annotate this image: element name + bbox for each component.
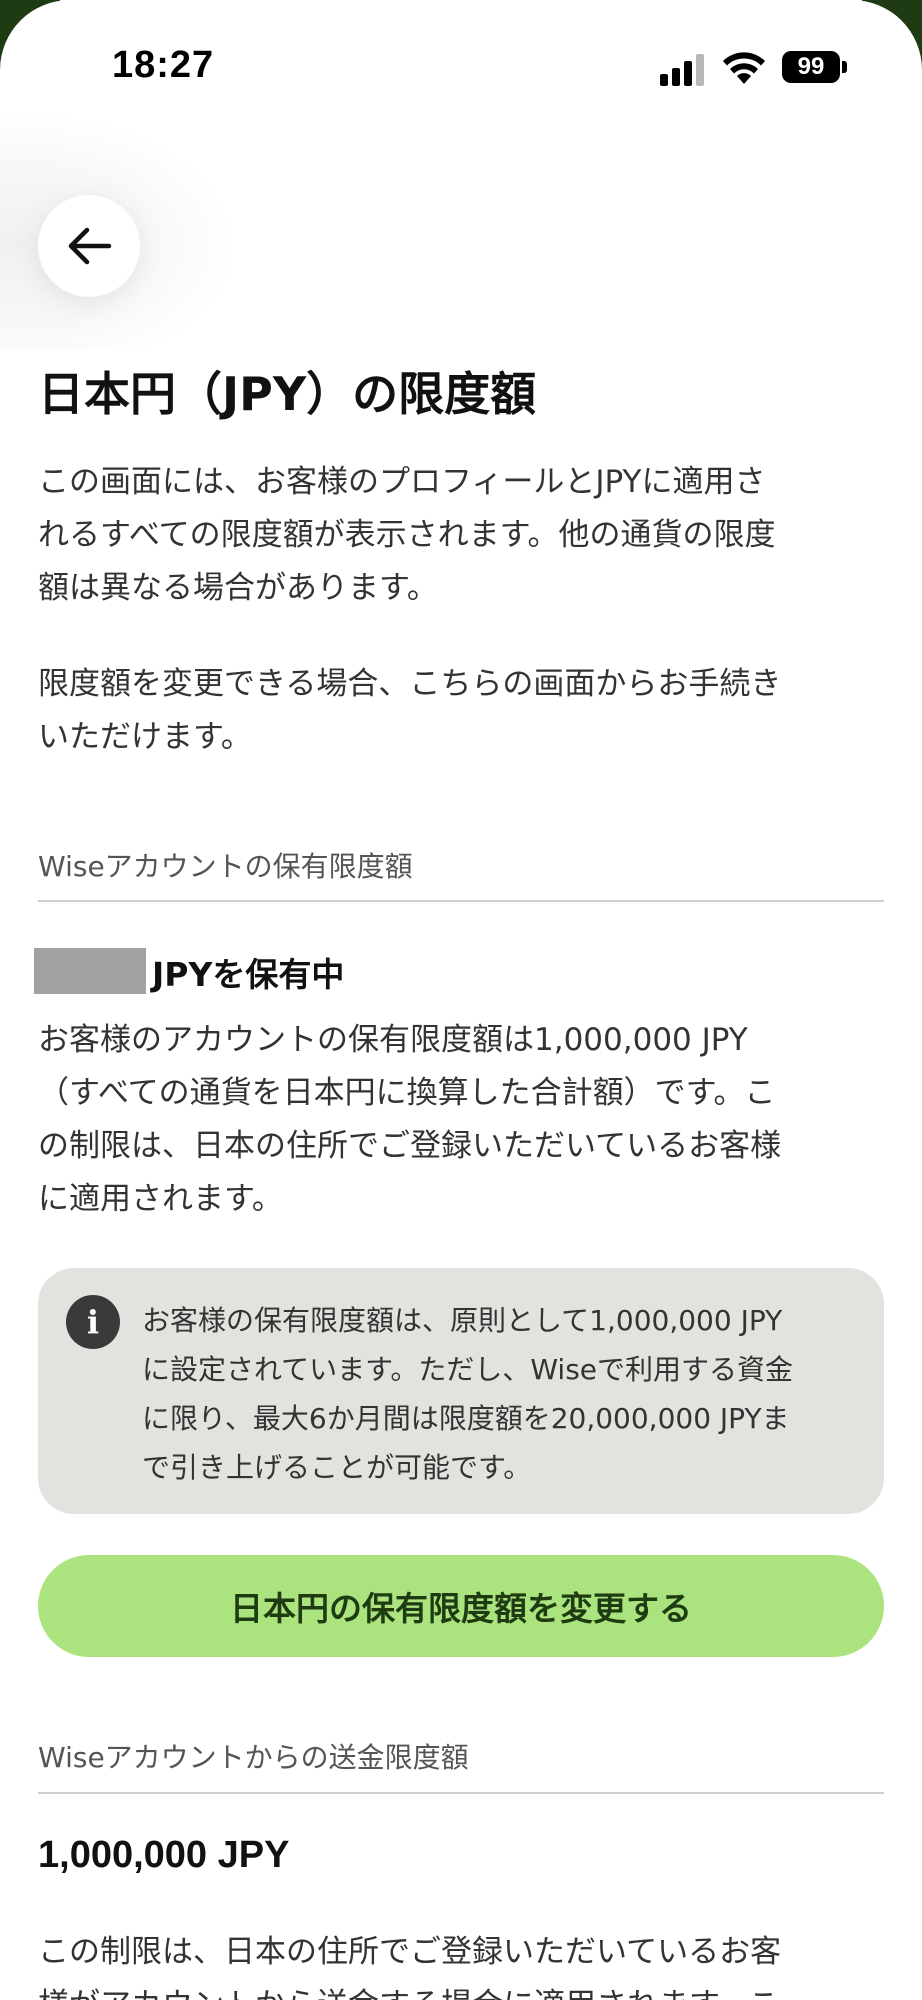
back-button[interactable]	[38, 195, 140, 297]
battery-icon: 99	[782, 51, 840, 83]
intro-paragraph-1: この画面には、お客様のプロフィールとJPYに適用さ れるすべての限度額が表示され…	[38, 456, 888, 615]
holding-limit-section-label: Wiseアカウントの保有限度額	[38, 850, 413, 883]
battery-tip	[842, 61, 847, 73]
info-text: お客様の保有限度額は、原則として1,000,000 JPY に設定されています。…	[142, 1296, 862, 1492]
section-divider	[38, 900, 884, 902]
status-time: 18:27	[112, 44, 215, 86]
holding-description: お客様のアカウントの保有限度額は1,000,000 JPY （すべての通貨を日本…	[38, 1014, 888, 1226]
change-holding-limit-button[interactable]: 日本円の保有限度額を変更する	[38, 1555, 884, 1657]
intro-line: この画面には、お客様のプロフィールとJPYに適用さ	[38, 464, 766, 500]
info-line: に限り、最大6か月間は限度額を20,000,000 JPYま	[142, 1402, 790, 1435]
send-description: この制限は、日本の住所でご登録いただいているお客 様がアカウントから送金する場合…	[38, 1926, 888, 2000]
wifi-icon	[723, 52, 765, 84]
page-title: 日本円（JPY）の限度額	[38, 367, 537, 421]
holding-line: （すべての通貨を日本円に換算した合計額）です。こ	[38, 1075, 776, 1111]
intro-line: いただけます。	[38, 719, 252, 755]
send-line: この制限は、日本の住所でご登録いただいているお客	[38, 1934, 782, 1970]
send-limit-section-label: Wiseアカウントからの送金限度額	[38, 1741, 469, 1774]
redacted-balance	[34, 948, 146, 994]
arrow-left-icon	[68, 227, 112, 265]
status-bar: 18:27 99	[0, 0, 922, 120]
section-divider	[38, 1792, 884, 1794]
intro-line: 額は異なる場合があります。	[38, 570, 438, 606]
intro-line: 限度額を変更できる場合、こちらの画面からお手続き	[38, 666, 782, 702]
intro-line: れるすべての限度額が表示されます。他の通貨の限度	[38, 517, 776, 553]
info-icon: i	[66, 1295, 120, 1349]
info-line: お客様の保有限度額は、原則として1,000,000 JPY	[142, 1304, 783, 1337]
holding-line: の制限は、日本の住所でご登録いただいているお客様	[38, 1128, 782, 1164]
send-limit-amount: 1,000,000 JPY	[38, 1834, 290, 1876]
send-line: 様がアカウントから送金する場合に適用されます。こ	[38, 1979, 888, 2000]
info-line: で引き上げることが可能です。	[142, 1451, 532, 1484]
cellular-signal-icon	[660, 54, 708, 86]
info-line: に設定されています。ただし、Wiseで利用する資金	[142, 1353, 794, 1386]
intro-paragraph-2: 限度額を変更できる場合、こちらの画面からお手続き いただけます。	[38, 658, 888, 764]
app-screen: 18:27 99 日本円（JPY）の限度額 この画面には、お客様のプロフィールと…	[0, 0, 922, 2000]
holding-line: お客様のアカウントの保有限度額は1,000,000 JPY	[38, 1022, 748, 1058]
holding-line: に適用されます。	[38, 1181, 283, 1217]
holding-title: JPYを保有中	[152, 955, 345, 994]
